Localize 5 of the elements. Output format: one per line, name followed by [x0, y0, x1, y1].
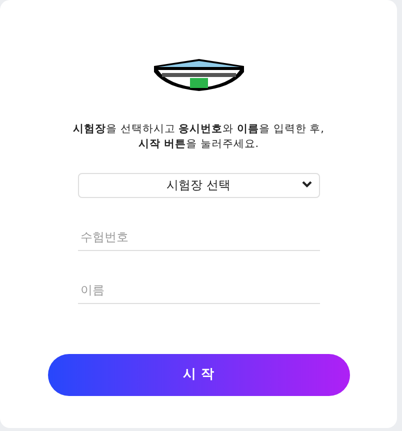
instruction-text: 시험장을 선택하시고 응시번호와 이름을 입력한 후, 시작 버튼을 눌러주세요.: [72, 122, 324, 152]
chevron-down-icon: [302, 181, 312, 188]
logo-icon: [152, 58, 246, 92]
start-button[interactable]: 시 작: [48, 354, 350, 396]
venue-select[interactable]: 시험장 선택: [78, 172, 320, 198]
